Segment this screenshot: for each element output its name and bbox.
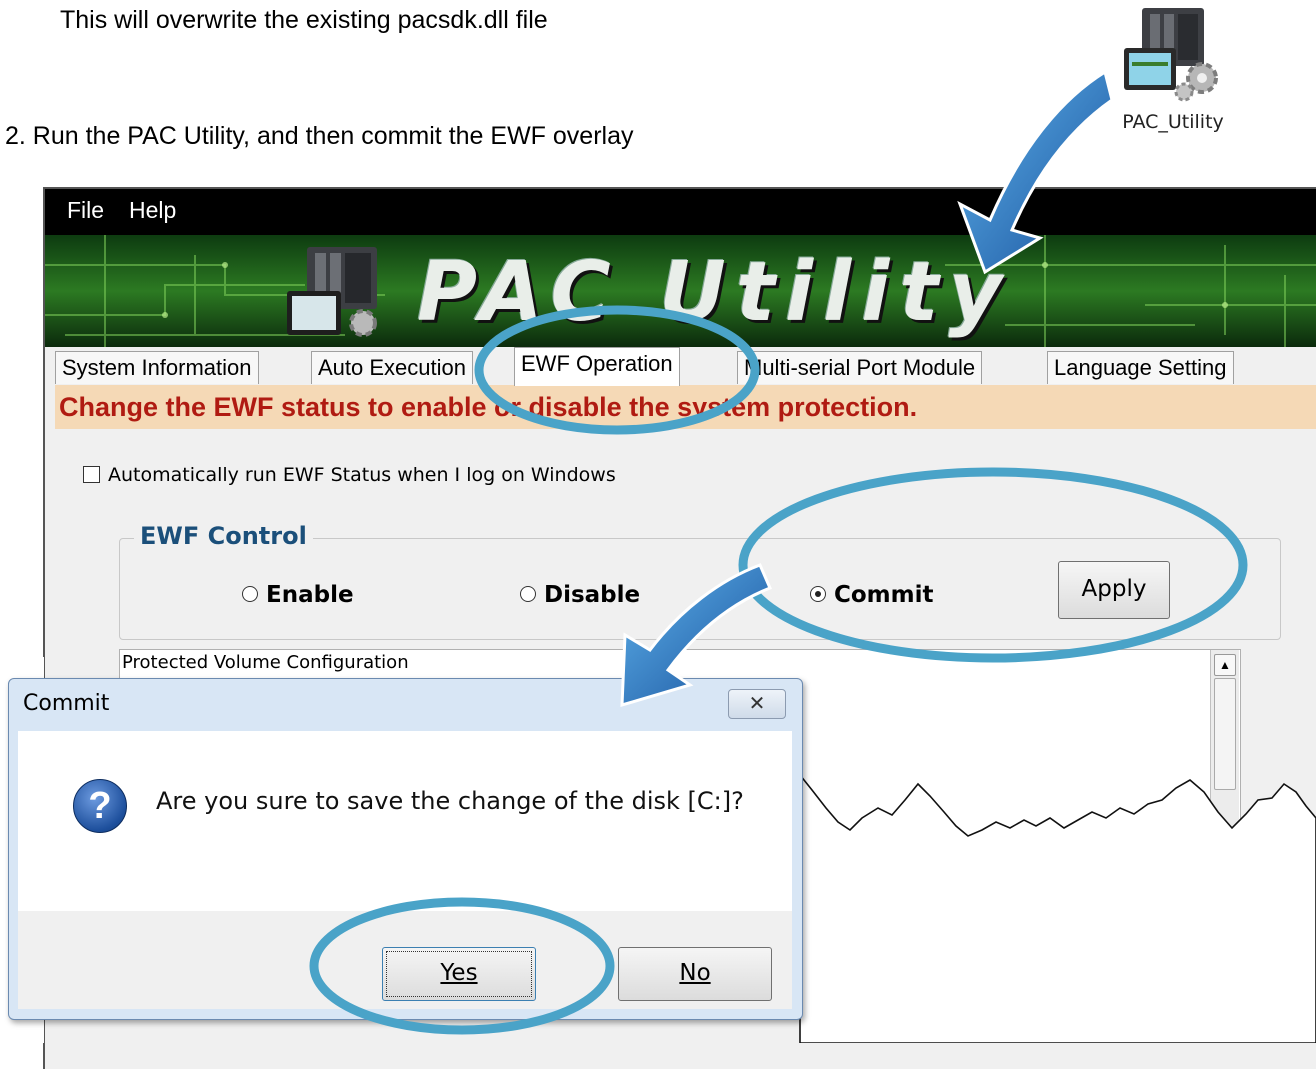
radio-commit-dot[interactable] bbox=[810, 586, 826, 602]
tab-auto-execution[interactable]: Auto Execution bbox=[311, 351, 473, 384]
protected-volume-scrollbar[interactable]: ▲ bbox=[1210, 650, 1239, 950]
pac-utility-app-icon bbox=[1124, 8, 1218, 102]
menu-bar: File Help bbox=[45, 189, 1316, 235]
radio-enable-label: Enable bbox=[266, 582, 354, 608]
scroll-up-arrow-icon[interactable]: ▲ bbox=[1214, 654, 1236, 676]
yes-button-label: Yes bbox=[440, 960, 478, 986]
ewf-description: Change the EWF status to enable or disab… bbox=[55, 385, 1316, 429]
menu-file[interactable]: File bbox=[67, 197, 104, 224]
tab-system-information[interactable]: System Information bbox=[55, 351, 259, 384]
radio-enable[interactable]: Enable bbox=[242, 582, 354, 608]
apply-button[interactable]: Apply bbox=[1058, 561, 1170, 619]
protected-volume-title: Protected Volume Configuration bbox=[122, 652, 409, 673]
overwrite-note: This will overwrite the existing pacsdk.… bbox=[60, 6, 548, 34]
question-icon: ? bbox=[73, 779, 127, 833]
tab-language-setting[interactable]: Language Setting bbox=[1047, 351, 1234, 384]
radio-commit[interactable]: Commit bbox=[810, 582, 934, 608]
radio-enable-dot[interactable] bbox=[242, 586, 258, 602]
radio-commit-label: Commit bbox=[834, 582, 934, 608]
auto-run-label: Automatically run EWF Status when I log … bbox=[108, 464, 616, 486]
tab-bar: System Information Auto Execution EWF Op… bbox=[45, 347, 1316, 386]
dialog-footer: Yes No bbox=[18, 911, 792, 1009]
menu-help[interactable]: Help bbox=[129, 197, 176, 224]
pac-device-icon bbox=[287, 247, 377, 337]
auto-run-checkbox-row[interactable]: Automatically run EWF Status when I log … bbox=[83, 464, 616, 486]
radio-disable-dot[interactable] bbox=[520, 586, 536, 602]
ewf-control-group: EWF Control Enable Disable Commit Apply bbox=[119, 522, 1281, 640]
radio-disable[interactable]: Disable bbox=[520, 582, 640, 608]
scroll-thumb[interactable] bbox=[1214, 678, 1236, 790]
auto-run-checkbox[interactable] bbox=[83, 466, 100, 483]
radio-disable-label: Disable bbox=[544, 582, 641, 608]
step-2-instruction: 2. Run the PAC Utility, and then commit … bbox=[5, 122, 634, 150]
desktop-icon-label: PAC_Utility bbox=[1122, 111, 1224, 133]
tab-ewf-operation[interactable]: EWF Operation bbox=[514, 347, 680, 386]
dialog-message: Are you sure to save the change of the d… bbox=[156, 787, 744, 815]
ewf-control-legend: EWF Control bbox=[134, 522, 313, 550]
no-button-label: No bbox=[679, 960, 711, 986]
no-button[interactable]: No bbox=[618, 947, 772, 1001]
tab-multi-serial-port-module[interactable]: Multi-serial Port Module bbox=[737, 351, 983, 384]
pac-utility-banner: PAC Utility bbox=[45, 235, 1316, 347]
dialog-body: ? Are you sure to save the change of the… bbox=[18, 731, 792, 911]
close-icon[interactable]: ✕ bbox=[728, 689, 786, 719]
yes-button[interactable]: Yes bbox=[382, 947, 536, 1001]
pac-utility-desktop-shortcut[interactable]: PAC_Utility bbox=[1108, 4, 1238, 144]
dialog-title: Commit bbox=[23, 691, 110, 716]
banner-title: PAC Utility bbox=[417, 245, 1012, 340]
commit-dialog: Commit ✕ ? Are you sure to save the chan… bbox=[8, 678, 803, 1020]
